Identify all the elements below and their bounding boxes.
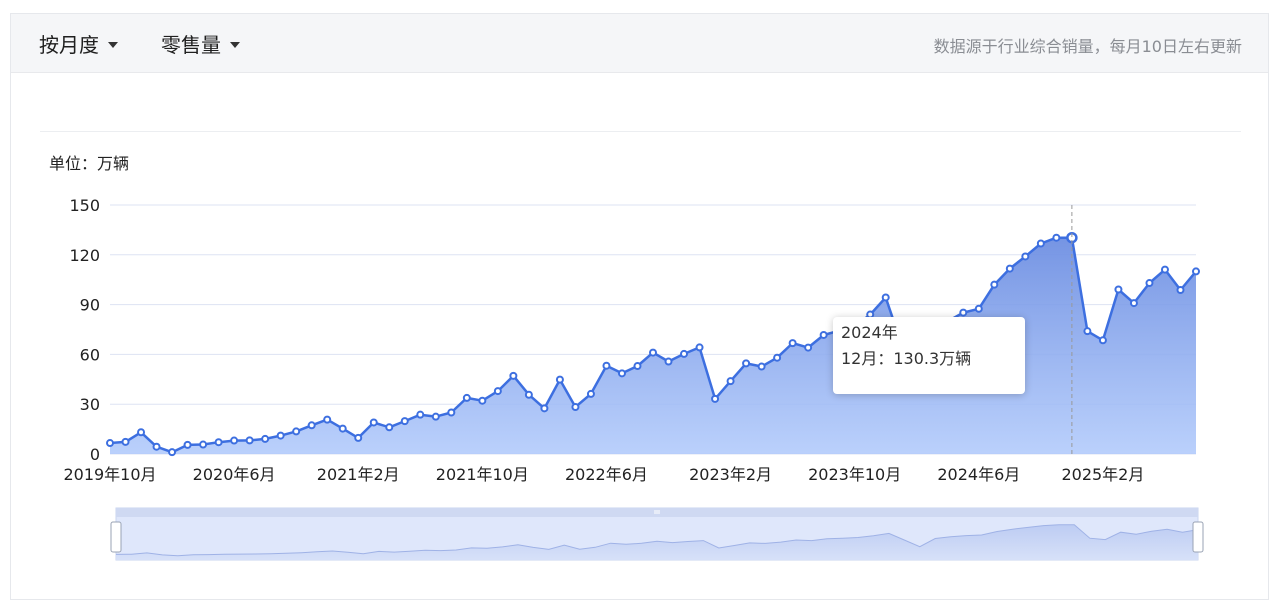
data-point: [152, 442, 161, 451]
x-tick-label: 2020年6月: [193, 465, 276, 484]
data-point: [664, 357, 673, 366]
data-point: [199, 440, 208, 449]
data-point: [106, 439, 114, 448]
data-point: [742, 359, 751, 368]
area-fill: [110, 237, 1196, 454]
data-point: [354, 433, 363, 442]
data-point: [462, 393, 471, 402]
data-point: [586, 389, 595, 398]
data-point: [338, 424, 347, 433]
slider-handle-left[interactable]: [110, 521, 122, 553]
data-point: [307, 421, 316, 430]
data-point: [292, 427, 301, 436]
data-point: [1160, 265, 1169, 274]
x-tick-label: 2021年2月: [317, 465, 400, 484]
y-tick-label: 120: [69, 246, 100, 265]
data-point: [602, 361, 611, 370]
data-point: [261, 434, 270, 443]
data-point: [695, 343, 704, 352]
x-axis: 2019年10月 2020年6月 2021年2月 2021年10月 2022年6月 202…: [63, 465, 1144, 484]
data-point: [509, 371, 518, 380]
tooltip-title: 2024年: [841, 323, 898, 342]
data-point: [540, 404, 549, 413]
data-point: [959, 308, 968, 317]
data-point: [1021, 252, 1030, 261]
x-tick-label: 2025年2月: [1061, 465, 1144, 484]
data-point: [230, 436, 239, 445]
slider-handle-right[interactable]: [1192, 521, 1204, 553]
data-point: [990, 280, 999, 289]
data-point: [524, 390, 533, 399]
x-tick-label: 2023年2月: [689, 465, 772, 484]
data-point: [1192, 267, 1200, 276]
data-point: [788, 339, 797, 348]
data-point: [881, 293, 890, 302]
data-point: [1176, 285, 1185, 294]
data-point: [571, 403, 580, 412]
data-point: [431, 412, 440, 421]
tooltip: 2024年 12月：130.3万辆: [833, 317, 1025, 394]
y-axis: 0 30 60 90 120 150: [69, 196, 100, 464]
data-point: [416, 410, 425, 419]
data-point: [168, 448, 177, 457]
data-point: [819, 330, 828, 339]
data-point: [183, 440, 192, 449]
y-tick-label: 0: [90, 445, 100, 464]
data-point: [804, 343, 813, 352]
sales-area-chart: 0 30 60 90 120 150 2019年10月 2020年6月 2021年2月 2021…: [63, 196, 1204, 561]
data-point: [214, 438, 223, 447]
y-tick-label: 60: [80, 345, 100, 364]
x-tick-label: 2023年10月: [808, 465, 901, 484]
data-point: [1036, 239, 1045, 248]
data-point: [1098, 336, 1107, 345]
data-point: [711, 394, 720, 403]
area-series: [106, 231, 1200, 457]
data-point: [726, 377, 735, 386]
data-point: [323, 415, 332, 424]
tooltip-value: 12月：130.3万辆: [841, 349, 972, 368]
data-point: [633, 362, 642, 371]
data-point: [1005, 264, 1014, 273]
x-tick-label: 2022年6月: [565, 465, 648, 484]
data-point: [974, 304, 983, 313]
data-point: [757, 362, 766, 371]
data-point: [649, 348, 657, 357]
data-point: [137, 428, 146, 437]
data-point: [121, 437, 130, 446]
data-point: [447, 408, 456, 417]
data-point: [680, 349, 689, 358]
data-point: [385, 423, 394, 432]
x-tick-label: 2019年10月: [63, 465, 156, 484]
data-point: [1052, 233, 1061, 242]
data-point: [245, 436, 254, 445]
data-point: [1145, 279, 1154, 288]
data-point: [369, 418, 378, 427]
data-point: [773, 353, 782, 362]
data-point: [478, 396, 487, 405]
y-tick-label: 90: [80, 296, 100, 315]
x-tick-label: 2021年10月: [436, 465, 529, 484]
data-point: [1114, 285, 1123, 294]
data-point: [555, 375, 564, 384]
data-point: [276, 431, 285, 440]
x-tick-label: 2024年6月: [937, 465, 1020, 484]
zoom-slider[interactable]: [110, 507, 1204, 561]
data-point: [1083, 327, 1092, 336]
data-point: [617, 369, 626, 378]
y-tick-label: 30: [80, 395, 100, 414]
data-point: [493, 387, 502, 396]
data-point: [1129, 299, 1138, 308]
y-tick-label: 150: [69, 196, 100, 215]
data-point: [400, 417, 409, 426]
